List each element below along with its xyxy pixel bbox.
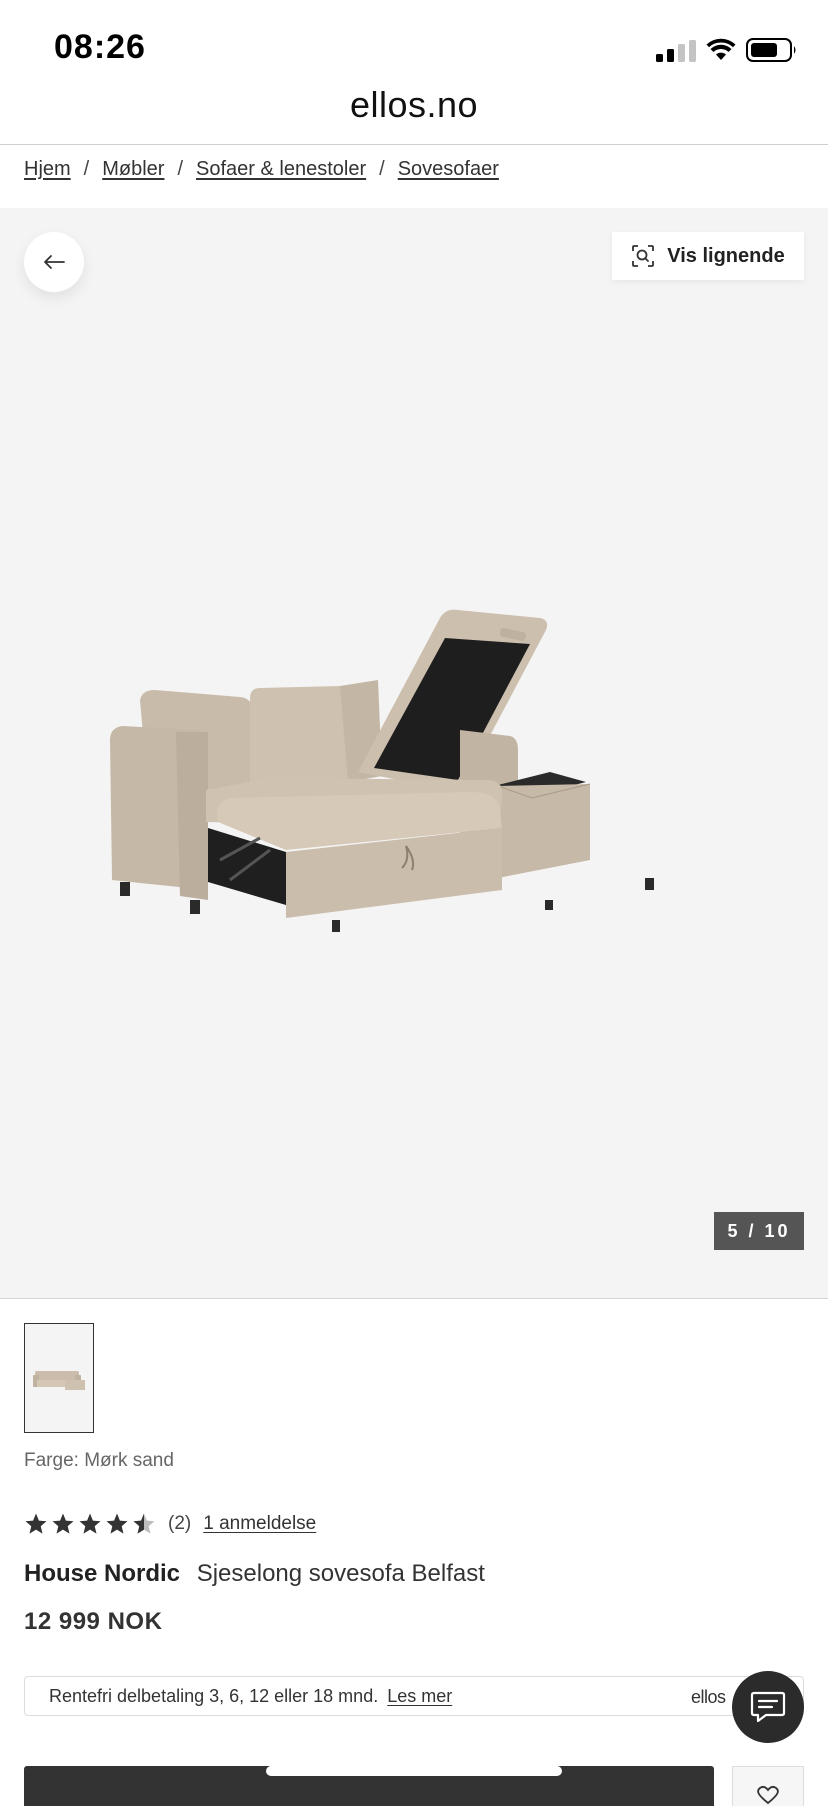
breadcrumb: Hjem / Møbler / Sofaer & lenestoler / So… xyxy=(24,158,499,181)
image-counter: 5 / 10 xyxy=(714,1212,804,1250)
visual-search-icon xyxy=(632,245,655,267)
star-full-icon xyxy=(25,1513,47,1534)
show-similar-button[interactable]: Vis lignende xyxy=(612,232,804,280)
product-name: House Nordic Sjeselong sovesofa Belfast xyxy=(24,1560,485,1588)
show-similar-label: Vis lignende xyxy=(667,244,785,267)
installment-banner[interactable]: Rentefri delbetaling 3, 6, 12 eller 18 m… xyxy=(24,1676,804,1716)
breadcrumb-separator: / xyxy=(177,158,184,180)
header-divider xyxy=(0,144,828,145)
breadcrumb-item-sofaer[interactable]: Sofaer & lenestoler xyxy=(196,158,366,181)
breadcrumb-item-hjem[interactable]: Hjem xyxy=(24,158,71,181)
chat-button[interactable] xyxy=(732,1671,804,1743)
breadcrumb-item-mobler[interactable]: Møbler xyxy=(102,158,164,181)
home-indicator xyxy=(266,1766,562,1776)
site-title[interactable]: ellos.no xyxy=(0,84,828,126)
wifi-icon xyxy=(706,38,736,60)
product-title: Sjeselong sovesofa Belfast xyxy=(196,1560,485,1587)
star-half-icon xyxy=(133,1513,155,1534)
status-time: 08:26 xyxy=(54,28,146,66)
installment-text: Rentefri delbetaling 3, 6, 12 eller 18 m… xyxy=(49,1686,379,1706)
star-full-icon xyxy=(106,1513,128,1534)
star-full-icon xyxy=(52,1513,74,1534)
favorite-button[interactable] xyxy=(732,1766,804,1806)
breadcrumb-item-sovesofaer[interactable]: Sovesofaer xyxy=(398,158,499,181)
rating-stars xyxy=(24,1512,156,1536)
thumbnail-sofa xyxy=(33,1371,85,1390)
arrow-left-icon xyxy=(44,255,65,269)
color-label: Farge: Mørk sand xyxy=(24,1450,174,1471)
cellular-signal-icon xyxy=(656,40,696,62)
thumbnail-image[interactable] xyxy=(24,1323,94,1433)
back-button[interactable] xyxy=(24,232,84,292)
read-more-link[interactable]: Les mer xyxy=(387,1686,452,1706)
rating-row: (2) 1 anmeldelse xyxy=(24,1510,316,1538)
status-bar: 08:26 xyxy=(0,0,828,90)
breadcrumb-separator: / xyxy=(379,158,385,180)
product-image[interactable] xyxy=(110,560,690,940)
chat-icon xyxy=(750,1691,786,1723)
breadcrumb-separator: / xyxy=(83,158,90,180)
product-price: 12 999 NOK xyxy=(24,1608,163,1635)
rating-count: (2) xyxy=(168,1513,192,1534)
reviews-link[interactable]: 1 anmeldelse xyxy=(203,1513,316,1535)
ellos-logo: ellos xyxy=(691,1687,726,1707)
product-brand[interactable]: House Nordic xyxy=(24,1560,180,1587)
gallery-divider xyxy=(0,1298,828,1299)
battery-icon xyxy=(746,38,796,62)
heart-icon xyxy=(757,1785,779,1805)
star-full-icon xyxy=(79,1513,101,1534)
installment-text-row: Rentefri delbetaling 3, 6, 12 eller 18 m… xyxy=(49,1686,452,1707)
status-icons xyxy=(656,36,798,62)
